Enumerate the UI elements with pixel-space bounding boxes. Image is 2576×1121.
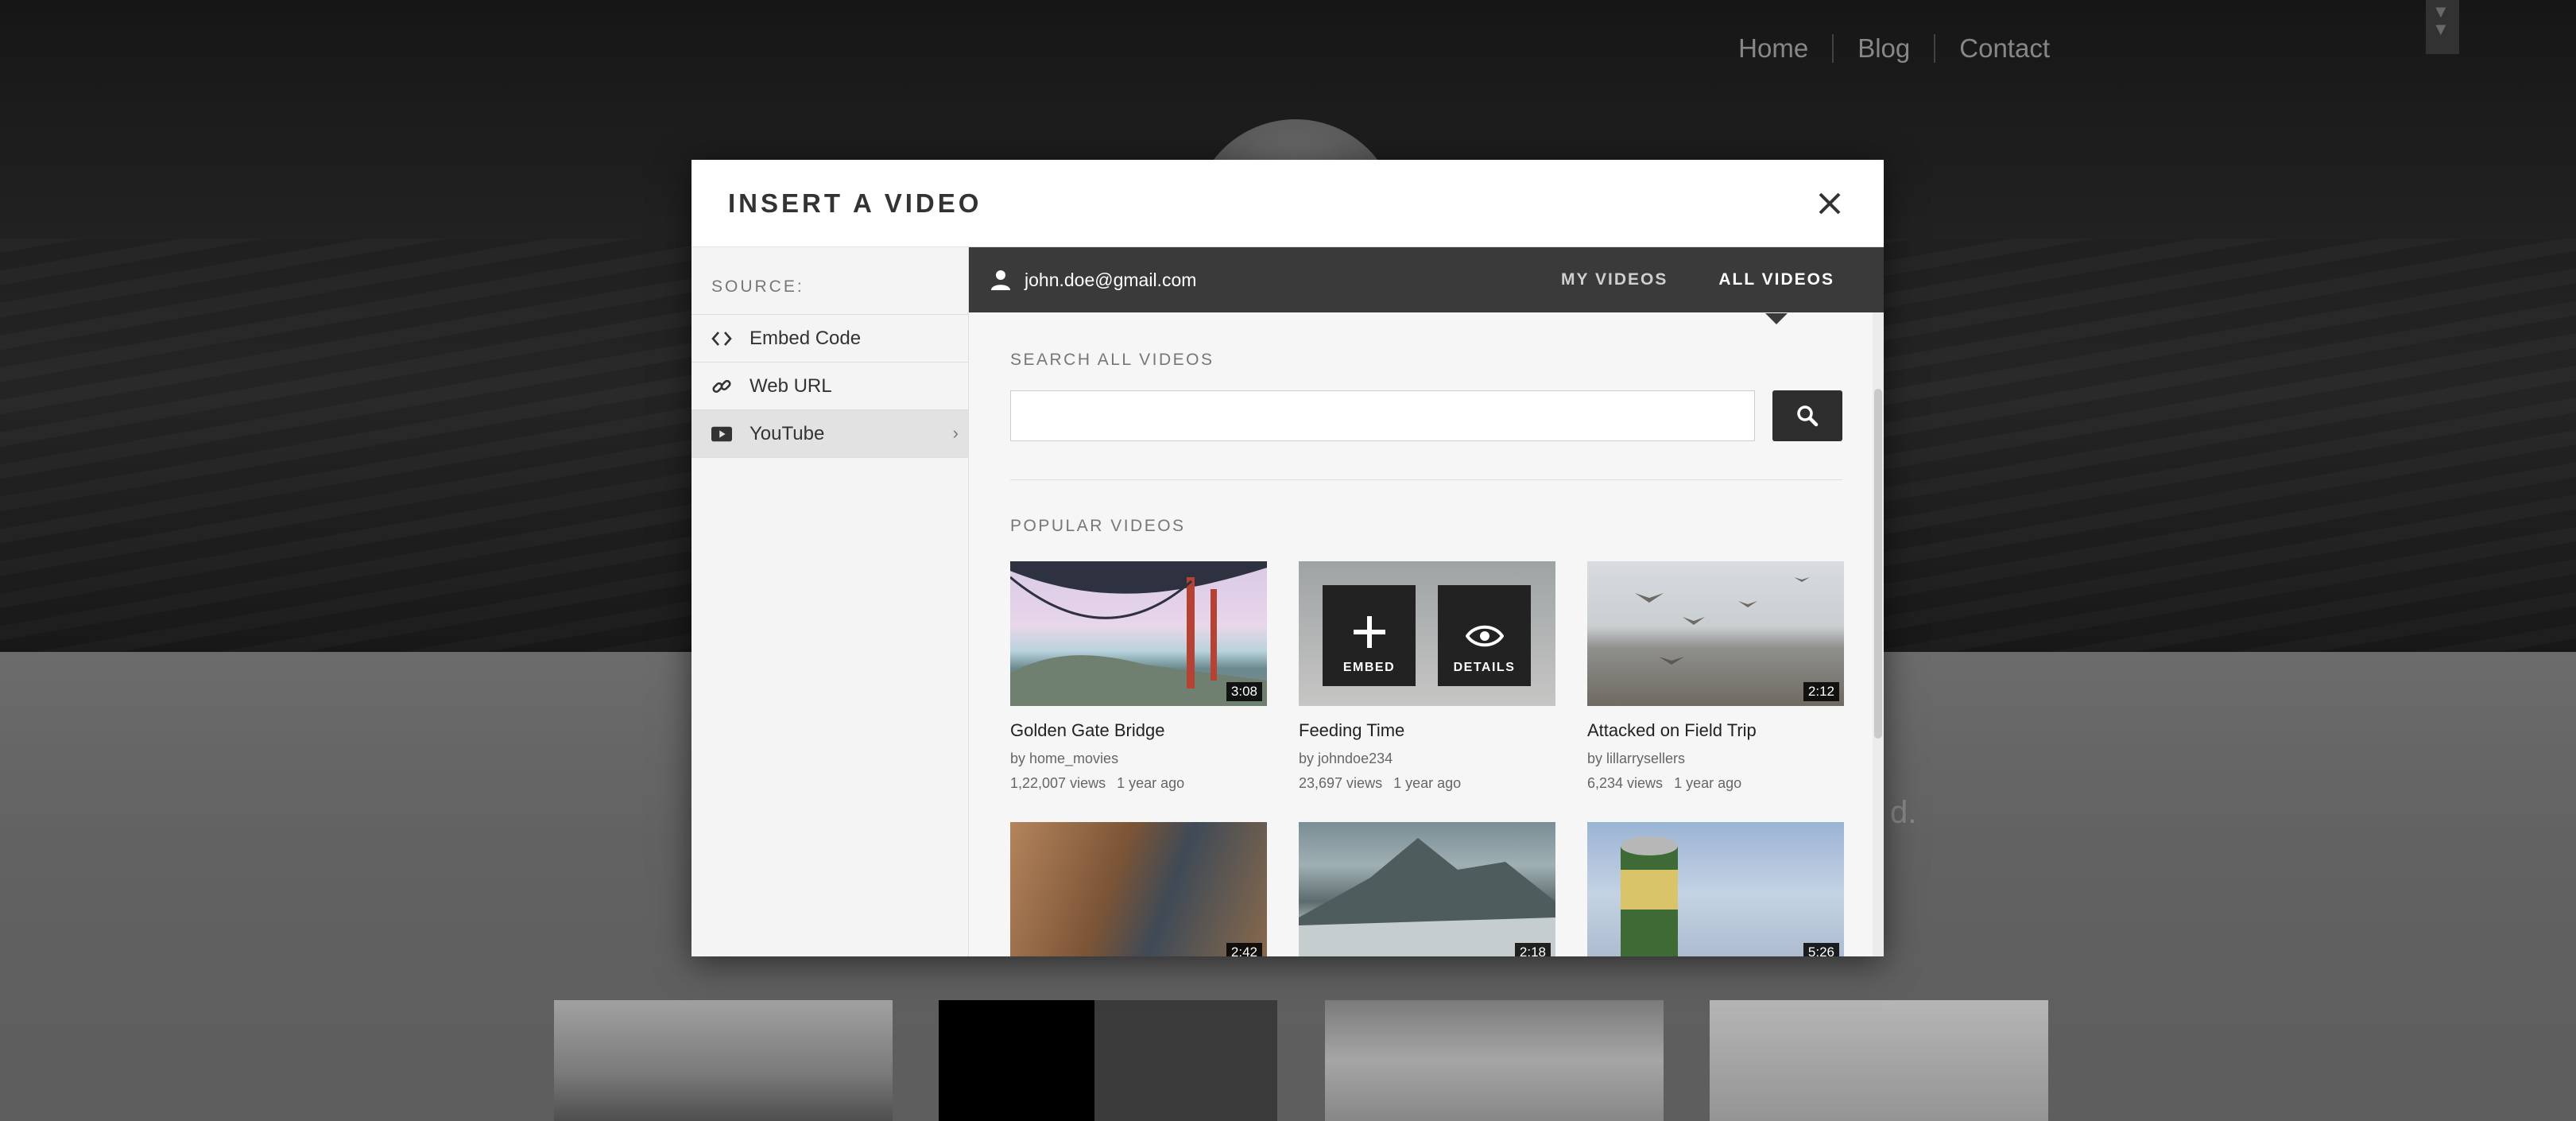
video-card[interactable]: 2:42	[1010, 822, 1267, 956]
video-title[interactable]: Feeding Time	[1299, 720, 1555, 741]
search-input[interactable]	[1010, 390, 1756, 441]
video-thumbnail[interactable]: 2:12	[1587, 561, 1844, 706]
account-email: john.doe@gmail.com	[1025, 269, 1197, 290]
search-row	[1010, 390, 1842, 441]
chevron-right-icon: ›	[952, 423, 959, 443]
video-stats: 6,234 views 1 year ago	[1587, 775, 1844, 792]
link-icon	[711, 376, 732, 397]
search-button[interactable]	[1772, 390, 1842, 441]
source-item-label: YouTube	[750, 422, 825, 444]
video-card[interactable]: 5:26	[1587, 822, 1844, 956]
video-views: 23,697 views	[1299, 775, 1383, 791]
video-author: by lillarrysellers	[1587, 751, 1686, 766]
video-duration: 2:42	[1226, 943, 1262, 956]
video-age: 1 year ago	[1117, 775, 1185, 791]
insert-video-modal: INSERT A VIDEO SOURCE: Embed Code Web UR…	[691, 160, 1884, 956]
section-divider	[1010, 479, 1842, 480]
video-views: 6,234 views	[1587, 775, 1664, 791]
video-duration: 2:18	[1514, 943, 1551, 956]
modal-header: INSERT A VIDEO	[691, 160, 1884, 247]
account-bar: john.doe@gmail.com MY VIDEOS ALL VIDEOS	[969, 247, 1884, 324]
popular-videos-label: POPULAR VIDEOS	[1010, 517, 1186, 535]
details-button[interactable]: DETAILS	[1438, 585, 1531, 686]
scrollbar-thumb[interactable]	[1874, 389, 1882, 739]
source-heading: SOURCE:	[691, 247, 968, 315]
video-duration: 2:12	[1803, 682, 1839, 701]
video-title[interactable]: Attacked on Field Trip	[1587, 720, 1844, 741]
user-icon	[991, 270, 1010, 290]
source-item-label: Web URL	[750, 374, 832, 397]
video-views: 1,22,007 views	[1010, 775, 1106, 791]
embed-button[interactable]: EMBED	[1323, 585, 1416, 686]
source-item-embed-code[interactable]: Embed Code	[691, 315, 968, 363]
modal-body: SOURCE: Embed Code Web URL YouTube › joh…	[691, 247, 1884, 956]
tab-all-videos[interactable]: ALL VIDEOS	[1718, 270, 1834, 324]
video-age: 1 year ago	[1674, 775, 1742, 791]
panel-content: SEARCH ALL VIDEOS POPULAR VIDEOS 3:08 Go…	[969, 312, 1884, 956]
video-duration: 5:26	[1803, 943, 1839, 956]
video-duration: 3:08	[1226, 682, 1262, 701]
source-item-web-url[interactable]: Web URL	[691, 363, 968, 410]
tab-my-videos[interactable]: MY VIDEOS	[1561, 270, 1668, 289]
video-card[interactable]: 2:18	[1299, 822, 1555, 956]
video-thumbnail[interactable]: 3:08	[1010, 561, 1267, 706]
video-card[interactable]: EMBED DETAILS Feeding Time by johndoe234…	[1299, 561, 1555, 792]
scrollbar-track[interactable]	[1873, 312, 1884, 956]
mountain-image	[1299, 838, 1555, 956]
code-icon	[711, 328, 732, 349]
modal-title: INSERT A VIDEO	[728, 188, 982, 218]
close-icon	[1819, 192, 1841, 214]
video-stats: 1,22,007 views 1 year ago	[1010, 775, 1267, 792]
video-thumbnail[interactable]: 2:42	[1010, 822, 1267, 956]
video-tabs: MY VIDEOS ALL VIDEOS	[1510, 247, 1834, 324]
video-browser-panel: john.doe@gmail.com MY VIDEOS ALL VIDEOS …	[969, 247, 1884, 956]
search-label: SEARCH ALL VIDEOS	[1010, 351, 1214, 369]
video-card[interactable]: 3:08 Golden Gate Bridge by home_movies 1…	[1010, 561, 1267, 792]
embed-label: EMBED	[1342, 661, 1396, 674]
video-author: by home_movies	[1010, 751, 1119, 766]
search-icon	[1797, 405, 1819, 427]
video-thumbnail[interactable]: 2:18	[1299, 822, 1555, 956]
video-card[interactable]: 2:12 Attacked on Field Trip by lillarrys…	[1587, 561, 1844, 792]
video-stats: 23,697 views 1 year ago	[1299, 775, 1555, 792]
video-age: 1 year ago	[1393, 775, 1462, 791]
source-item-youtube[interactable]: YouTube ›	[691, 410, 968, 458]
video-grid: 3:08 Golden Gate Bridge by home_movies 1…	[1010, 561, 1844, 956]
video-title[interactable]: Golden Gate Bridge	[1010, 720, 1267, 741]
details-label: DETAILS	[1453, 661, 1516, 674]
source-item-label: Embed Code	[750, 327, 862, 349]
tin-can-image	[1621, 836, 1678, 956]
source-sidebar: SOURCE: Embed Code Web URL YouTube ›	[691, 247, 969, 956]
video-thumbnail[interactable]: 5:26	[1587, 822, 1844, 956]
youtube-icon	[711, 424, 732, 444]
close-button[interactable]	[1812, 186, 1847, 221]
plus-icon	[1353, 616, 1385, 648]
eye-icon	[1465, 625, 1504, 647]
video-author: by johndoe234	[1299, 751, 1393, 766]
video-thumbnail[interactable]: EMBED DETAILS	[1299, 561, 1555, 706]
